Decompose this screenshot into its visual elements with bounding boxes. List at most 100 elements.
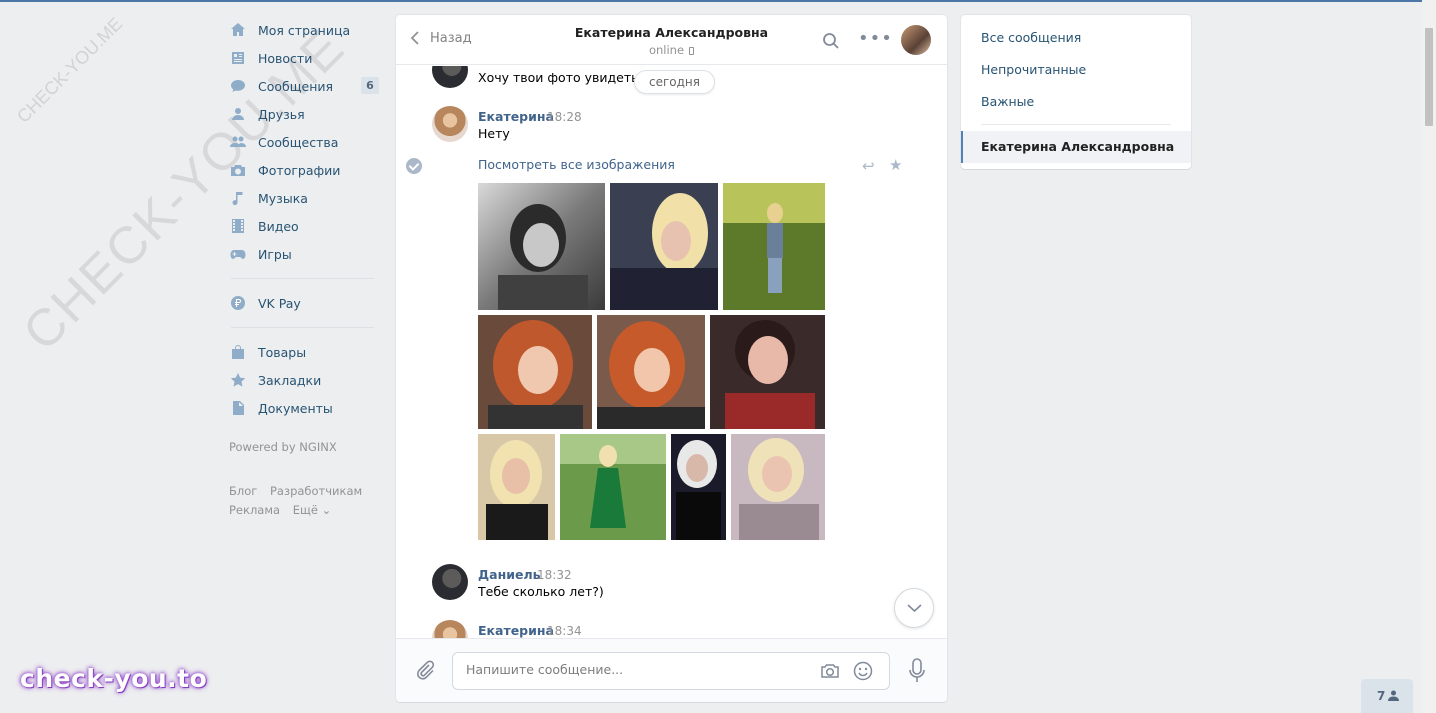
message-composer <box>396 638 947 702</box>
footer-link-more[interactable]: Ещё ⌄ <box>293 503 331 517</box>
footer-link-blog[interactable]: Блог <box>229 484 257 498</box>
paperclip-icon[interactable] <box>414 659 436 681</box>
page-scrollbar[interactable] <box>1422 0 1436 713</box>
photo-thumbnail[interactable] <box>723 183 825 310</box>
photo-thumbnail[interactable] <box>478 315 592 429</box>
home-icon <box>229 22 246 39</box>
news-icon <box>229 50 246 67</box>
footer-link-ads[interactable]: Реклама <box>229 503 280 517</box>
filter-unread[interactable]: Непрочитанные <box>981 62 1086 77</box>
photo-thumbnail[interactable] <box>610 183 718 310</box>
nav-label: Сообщения <box>258 78 334 94</box>
left-navigation: Моя страница Новости Сообщения 6 Друзья … <box>229 16 379 520</box>
avatar[interactable] <box>432 106 468 142</box>
message-text: Тебе сколько лет?) <box>478 584 604 599</box>
message-input-box <box>452 652 890 690</box>
nav-label: Друзья <box>258 106 305 122</box>
contact-avatar[interactable] <box>901 25 931 55</box>
nav-item-my-page[interactable]: Моя страница <box>229 16 379 44</box>
bag-icon <box>229 344 246 361</box>
chat-header: Назад Екатерина Александровна online ••• <box>396 15 947 65</box>
nav-label: Игры <box>258 246 292 262</box>
top-accent-line <box>0 0 1422 2</box>
avatar[interactable] <box>432 620 468 638</box>
nav-item-photos[interactable]: Фотографии <box>229 156 379 184</box>
person-icon <box>1388 690 1399 701</box>
nav-item-vkpay[interactable]: VK Pay <box>229 289 379 317</box>
games-icon <box>229 246 246 263</box>
scrollbar-thumb[interactable] <box>1425 28 1433 126</box>
scroll-down-button[interactable] <box>894 588 934 628</box>
nav-label: Новости <box>258 50 313 66</box>
footer-link-developers[interactable]: Разработчикам <box>270 484 362 498</box>
see-all-images-link[interactable]: Посмотреть все изображения <box>478 157 675 172</box>
messages-filter-panel: Все сообщения Непрочитанные Важные Екате… <box>961 15 1191 169</box>
active-conversation-tab[interactable]: Екатерина Александровна <box>961 131 1191 163</box>
photo-thumbnail[interactable] <box>478 183 605 310</box>
microphone-icon[interactable] <box>908 658 926 684</box>
emoji-icon[interactable] <box>853 661 873 681</box>
groups-icon <box>229 134 246 151</box>
message-time: 18:32 <box>537 568 572 582</box>
mobile-icon <box>689 47 695 55</box>
photo-thumbnail[interactable] <box>478 434 555 540</box>
filter-separator <box>981 124 1171 125</box>
video-icon <box>229 218 246 235</box>
avatar[interactable] <box>432 66 468 88</box>
message-time: 18:28 <box>547 110 582 124</box>
ruble-icon <box>229 295 246 312</box>
nav-item-friends[interactable]: Друзья <box>229 100 379 128</box>
photo-thumbnail[interactable] <box>597 315 705 429</box>
nav-item-games[interactable]: Игры <box>229 240 379 268</box>
document-icon <box>229 400 246 417</box>
nav-item-messages[interactable]: Сообщения 6 <box>229 72 379 100</box>
watermark-bottom: check-you.to <box>20 664 208 693</box>
message-author[interactable]: Даниель <box>478 567 541 582</box>
nav-separator <box>231 278 374 279</box>
friends-online-button[interactable]: 7 <box>1361 679 1413 713</box>
nav-item-video[interactable]: Видео <box>229 212 379 240</box>
photo-thumbnail[interactable] <box>671 434 726 540</box>
nav-label: Товары <box>258 344 307 360</box>
messages-icon <box>229 78 246 95</box>
avatar[interactable] <box>432 564 468 600</box>
chat-panel: Назад Екатерина Александровна online •••… <box>396 15 947 702</box>
check-icon[interactable] <box>406 158 422 174</box>
friends-icon <box>229 106 246 123</box>
nav-item-groups[interactable]: Сообщества <box>229 128 379 156</box>
nav-label: Сообщества <box>258 134 339 150</box>
nav-label: Музыка <box>258 190 308 206</box>
nav-label: Моя страница <box>258 22 351 38</box>
search-icon[interactable] <box>822 32 840 50</box>
message-input[interactable] <box>466 662 796 677</box>
date-pill: сегодня <box>634 70 715 94</box>
powered-by: Powered by NGINX <box>229 440 337 454</box>
photo-thumbnail[interactable] <box>710 315 825 429</box>
music-icon <box>229 190 246 207</box>
reply-icon[interactable]: ↩ <box>862 157 875 175</box>
star-icon[interactable]: ★ <box>889 156 902 174</box>
nav-item-music[interactable]: Музыка <box>229 184 379 212</box>
unread-badge: 6 <box>361 77 379 94</box>
footer-links: Блог Разработчикам Реклама Ещё ⌄ <box>229 482 379 520</box>
nav-label: Фотографии <box>258 162 341 178</box>
chevron-down-icon <box>907 604 922 613</box>
nav-separator <box>231 327 374 328</box>
message-author[interactable]: Екатерина <box>478 623 554 638</box>
message-author[interactable]: Екатерина <box>478 109 554 124</box>
photo-thumbnail[interactable] <box>731 434 825 540</box>
nav-item-goods[interactable]: Товары <box>229 338 379 366</box>
photo-thumbnail[interactable] <box>560 434 666 540</box>
nav-item-bookmarks[interactable]: Закладки <box>229 366 379 394</box>
nav-label: VK Pay <box>258 295 301 311</box>
more-icon[interactable]: ••• <box>858 30 893 48</box>
filter-important[interactable]: Важные <box>981 94 1034 109</box>
status-text: online <box>648 43 685 57</box>
nav-item-documents[interactable]: Документы <box>229 394 379 422</box>
message-time: 18:34 <box>547 624 582 638</box>
camera-icon[interactable] <box>820 662 840 680</box>
filter-all-messages[interactable]: Все сообщения <box>981 30 1081 45</box>
nav-label: Документы <box>258 400 333 416</box>
nav-item-news[interactable]: Новости <box>229 44 379 72</box>
message-text: Нету <box>478 126 510 141</box>
